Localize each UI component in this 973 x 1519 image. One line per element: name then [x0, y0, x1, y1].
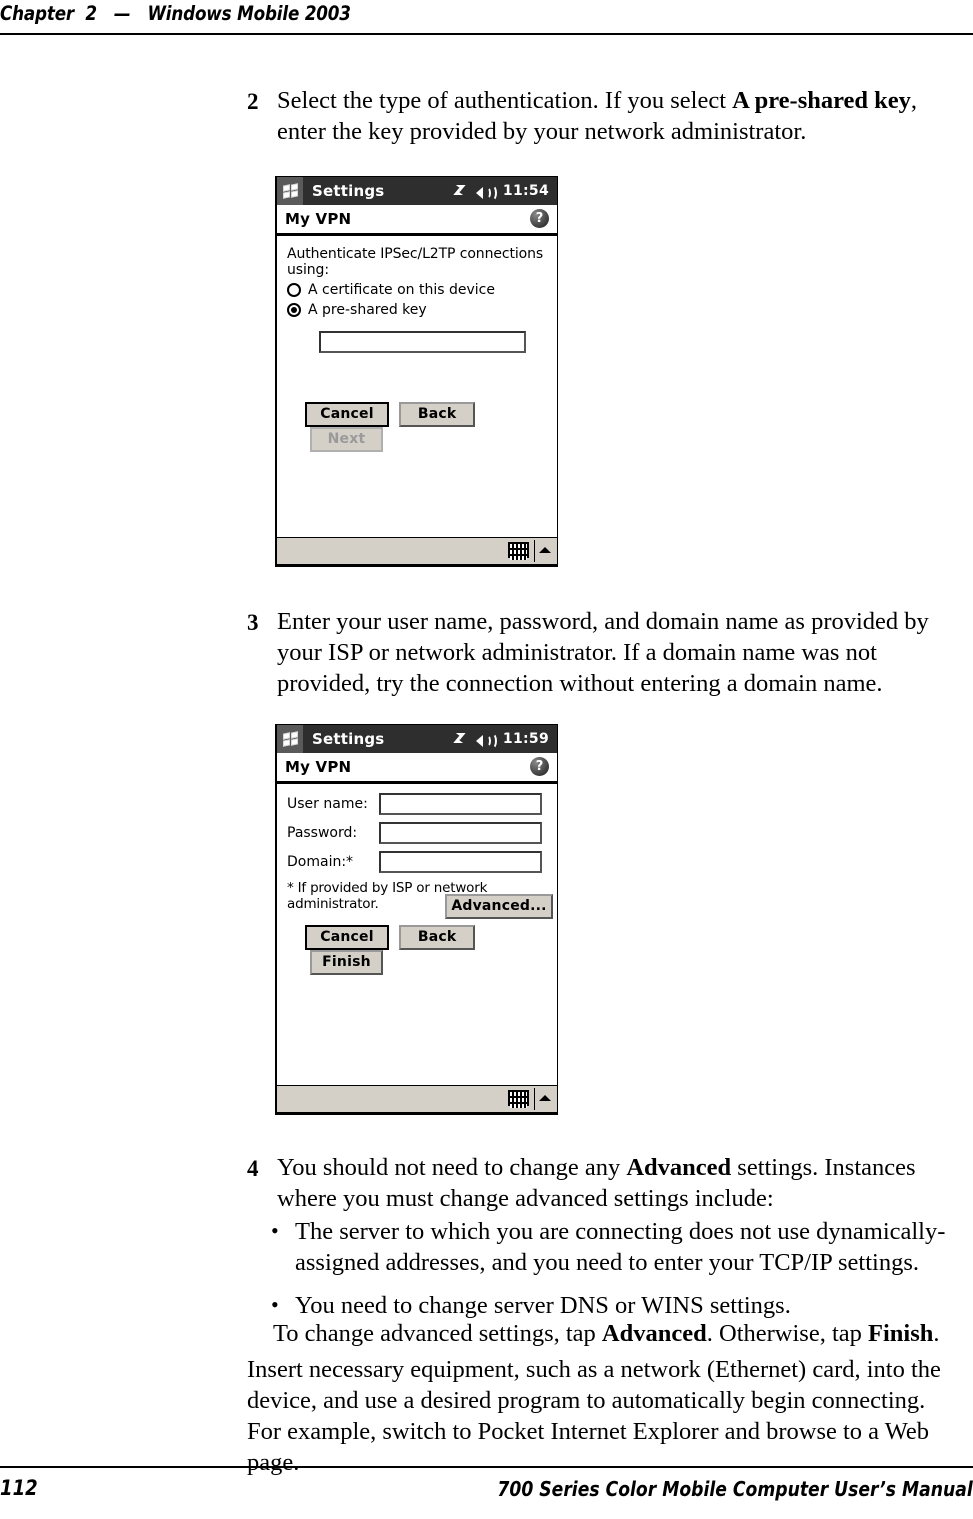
radio-option-certificate[interactable]: A certificate on this device [277, 278, 557, 298]
cancel-button[interactable]: Cancel [305, 402, 389, 427]
field-row-username: User name: [277, 784, 557, 815]
windows-flag-icon [282, 730, 299, 747]
sip-chevron-up-icon[interactable] [539, 547, 551, 553]
page-title: My VPN [285, 758, 352, 776]
domain-label: Domain:* [287, 854, 354, 870]
screenshot-1-button-row: Cancel Back Next [305, 402, 557, 452]
back-button[interactable]: Back [399, 402, 476, 427]
sip-bar [277, 537, 557, 567]
step-2: 2 Select the type of authentication. If … [247, 85, 969, 147]
help-icon[interactable]: ? [530, 757, 549, 776]
tap-note-bold-finish: Finish [868, 1320, 934, 1347]
screenshot-2-button-row: Cancel Back Finish [305, 925, 557, 975]
password-label: Password: [287, 825, 358, 841]
step-4-bold-term: Advanced [626, 1154, 732, 1181]
field-row-domain: Domain:* [277, 844, 557, 873]
password-input[interactable] [379, 822, 542, 844]
screenshot-credentials: Settings ➤ ➤ 11:59 My VPN ? User name: Pa… [275, 724, 562, 1119]
step-4-number: 4 [247, 1156, 259, 1181]
sip-bar [277, 1085, 557, 1115]
step-4-body: You should not need to change any Advanc… [277, 1152, 969, 1214]
tap-note-part2: . Otherwise, tap [706, 1320, 868, 1347]
windows-flag-icon [282, 182, 299, 199]
start-button[interactable] [277, 177, 303, 205]
speaker-icon[interactable] [475, 184, 497, 201]
list-item: You need to change server DNS or WINS se… [265, 1289, 965, 1321]
advanced-button-row: Advanced... [445, 894, 553, 919]
title-bar-label: Settings [312, 730, 385, 748]
sip-separator [534, 540, 535, 562]
chapter-title: Chapter 2 — Windows Mobile 2003 [0, 2, 351, 25]
running-head: Chapter 2 — Windows Mobile 2003 [0, 0, 973, 35]
auth-prompt-label: Authenticate IPSec/L2TP connections usin… [287, 246, 544, 278]
clock-label[interactable]: 11:59 [503, 731, 549, 747]
tap-note-part1: To change advanced settings, tap [273, 1320, 602, 1347]
screenshot-authentication: Settings ➤ ➤ 11:54 My VPN ? Authenticate … [275, 176, 562, 571]
speaker-icon[interactable] [475, 732, 497, 749]
step-3-number: 3 [247, 610, 259, 635]
sip-chevron-up-icon[interactable] [539, 1095, 551, 1101]
closing-paragraph: Insert necessary equipment, such as a ne… [247, 1356, 941, 1476]
title-bar-label: Settings [312, 182, 385, 200]
sip-separator [534, 1088, 535, 1110]
page-title: My VPN [285, 210, 352, 228]
step-4: 4 You should not need to change any Adva… [247, 1152, 969, 1214]
radio-preshared-key-label: A pre-shared key [308, 302, 427, 318]
manual-title: 700 Series Color Mobile Computer User’s … [497, 1477, 973, 1501]
clock-label[interactable]: 11:54 [503, 183, 549, 199]
advanced-button[interactable]: Advanced... [445, 894, 553, 919]
system-tray: ➤ ➤ 11:54 [449, 177, 549, 205]
sub-title-bar: My VPN ? [277, 753, 557, 784]
finish-button[interactable]: Finish [310, 950, 383, 975]
cancel-button[interactable]: Cancel [305, 925, 389, 950]
screenshot-1-frame: Settings ➤ ➤ 11:54 My VPN ? Authenticate … [275, 176, 558, 567]
sub-title-bar: My VPN ? [277, 205, 557, 236]
back-button[interactable]: Back [399, 925, 476, 950]
screenshot-1-content: Authenticate IPSec/L2TP connections usin… [277, 236, 557, 537]
preshared-key-input[interactable] [319, 331, 526, 353]
domain-input[interactable] [379, 851, 542, 873]
radio-certificate-icon[interactable] [287, 283, 301, 297]
keyboard-icon[interactable] [508, 1090, 529, 1108]
title-bar: Settings ➤ ➤ 11:54 [277, 177, 557, 205]
next-button: Next [310, 427, 383, 452]
screenshot-2-content: User name: Password: Domain:* * If provi… [277, 784, 557, 1085]
page-number: 112 [0, 1476, 38, 1500]
footer-rule [0, 1466, 973, 1468]
list-item: The server to which you are connecting d… [265, 1215, 965, 1278]
username-input[interactable] [379, 793, 542, 815]
advanced-settings-bullet-list: The server to which you are connecting d… [265, 1215, 965, 1333]
connectivity-icon[interactable]: ➤ ➤ [449, 726, 469, 749]
screenshot-2-frame: Settings ➤ ➤ 11:59 My VPN ? User name: Pa… [275, 724, 558, 1115]
step-4-text-part1: You should not need to change any [277, 1154, 627, 1181]
radio-option-preshared-key[interactable]: A pre-shared key [277, 298, 557, 318]
tap-note-part3: . [933, 1320, 940, 1347]
step-2-number: 2 [247, 89, 259, 114]
step-2-text-part1: Select the type of authentication. If yo… [277, 87, 733, 114]
step-3-body: Enter your user name, password, and doma… [277, 608, 929, 697]
username-label: User name: [287, 796, 368, 812]
keyboard-icon[interactable] [508, 542, 529, 560]
field-row-password: Password: [277, 815, 557, 844]
title-bar: Settings ➤ ➤ 11:59 [277, 725, 557, 753]
start-button[interactable] [277, 725, 303, 753]
step-2-bold-term: A pre-shared key [732, 87, 911, 114]
system-tray: ➤ ➤ 11:59 [449, 725, 549, 753]
connectivity-icon[interactable]: ➤ ➤ [449, 178, 469, 201]
tap-note-bold-advanced: Advanced [601, 1320, 707, 1347]
radio-certificate-label: A certificate on this device [308, 282, 495, 298]
step-3: 3 Enter your user name, password, and do… [247, 606, 973, 699]
radio-preshared-key-icon[interactable] [287, 303, 301, 317]
step-2-body: Select the type of authentication. If yo… [277, 85, 969, 147]
header-rule [0, 33, 973, 35]
help-icon[interactable]: ? [530, 209, 549, 228]
tap-advanced-note: To change advanced settings, tap Advance… [273, 1318, 963, 1349]
